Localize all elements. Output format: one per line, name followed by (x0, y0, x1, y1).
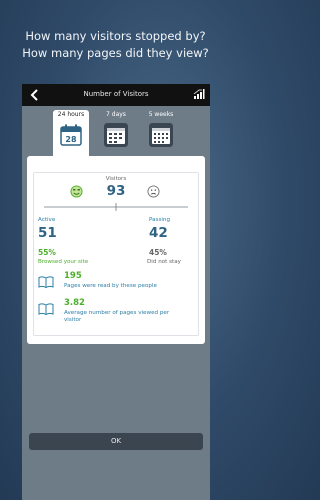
active-label: Active (38, 217, 56, 223)
average-value: 3.82 (64, 298, 85, 308)
calendar-month-icon (149, 123, 173, 147)
active-percent: 55% (38, 248, 56, 257)
average-caption-line-1: Average number of pages viewed per (64, 310, 170, 316)
active-caption: Browsed your site (38, 259, 89, 265)
passing-label: Passing (149, 217, 171, 223)
open-book-icon (38, 303, 54, 315)
tab-label: 24 hours (57, 111, 85, 118)
open-book-icon (38, 276, 54, 288)
pages-caption: Pages were read by these people (64, 283, 157, 289)
passing-value: 42 (149, 225, 168, 241)
average-caption-line-2: visitor (64, 317, 82, 323)
passing-percent: 45% (149, 248, 167, 257)
tab-24-hours[interactable]: 24 hours 28 (53, 110, 89, 158)
stats-card: Visitors 93 Active 51 Passing 42 55% Bro… (27, 156, 205, 344)
headline-line-2: How many pages did they view? (22, 46, 209, 60)
calendar-week-icon (104, 123, 128, 147)
tab-7-days[interactable]: 7 days (98, 110, 134, 154)
period-selector: 24 hours 28 7 days 5 weeks (22, 110, 210, 158)
calendar-day-number: 28 (65, 135, 77, 144)
top-bar: Number of Visitors (22, 84, 210, 106)
split-divider (44, 203, 188, 211)
tab-5-weeks[interactable]: 5 weeks (143, 110, 179, 154)
phone-screen: Number of Visitors 24 hours 28 7 days 5 … (22, 84, 210, 500)
stats-panel: Visitors 93 Active 51 Passing 42 55% Bro… (33, 172, 199, 336)
headline-line-1: How many visitors stopped by? (25, 29, 206, 43)
tab-label: 5 weeks (148, 111, 174, 118)
visitors-total: 93 (106, 183, 126, 199)
passing-caption: Did not stay (147, 259, 181, 265)
visitors-label: Visitors (105, 176, 127, 182)
pages-value: 195 (64, 271, 82, 281)
signal-strength-icon (193, 89, 205, 99)
headline: How many visitors stopped by? How many p… (0, 28, 231, 62)
calendar-day-icon: 28 (60, 124, 82, 146)
page-title: Number of Visitors (83, 90, 149, 98)
tab-label: 7 days (106, 111, 126, 118)
active-value: 51 (38, 225, 57, 241)
ok-button[interactable]: OK (29, 433, 203, 450)
sad-face-icon (147, 185, 160, 198)
